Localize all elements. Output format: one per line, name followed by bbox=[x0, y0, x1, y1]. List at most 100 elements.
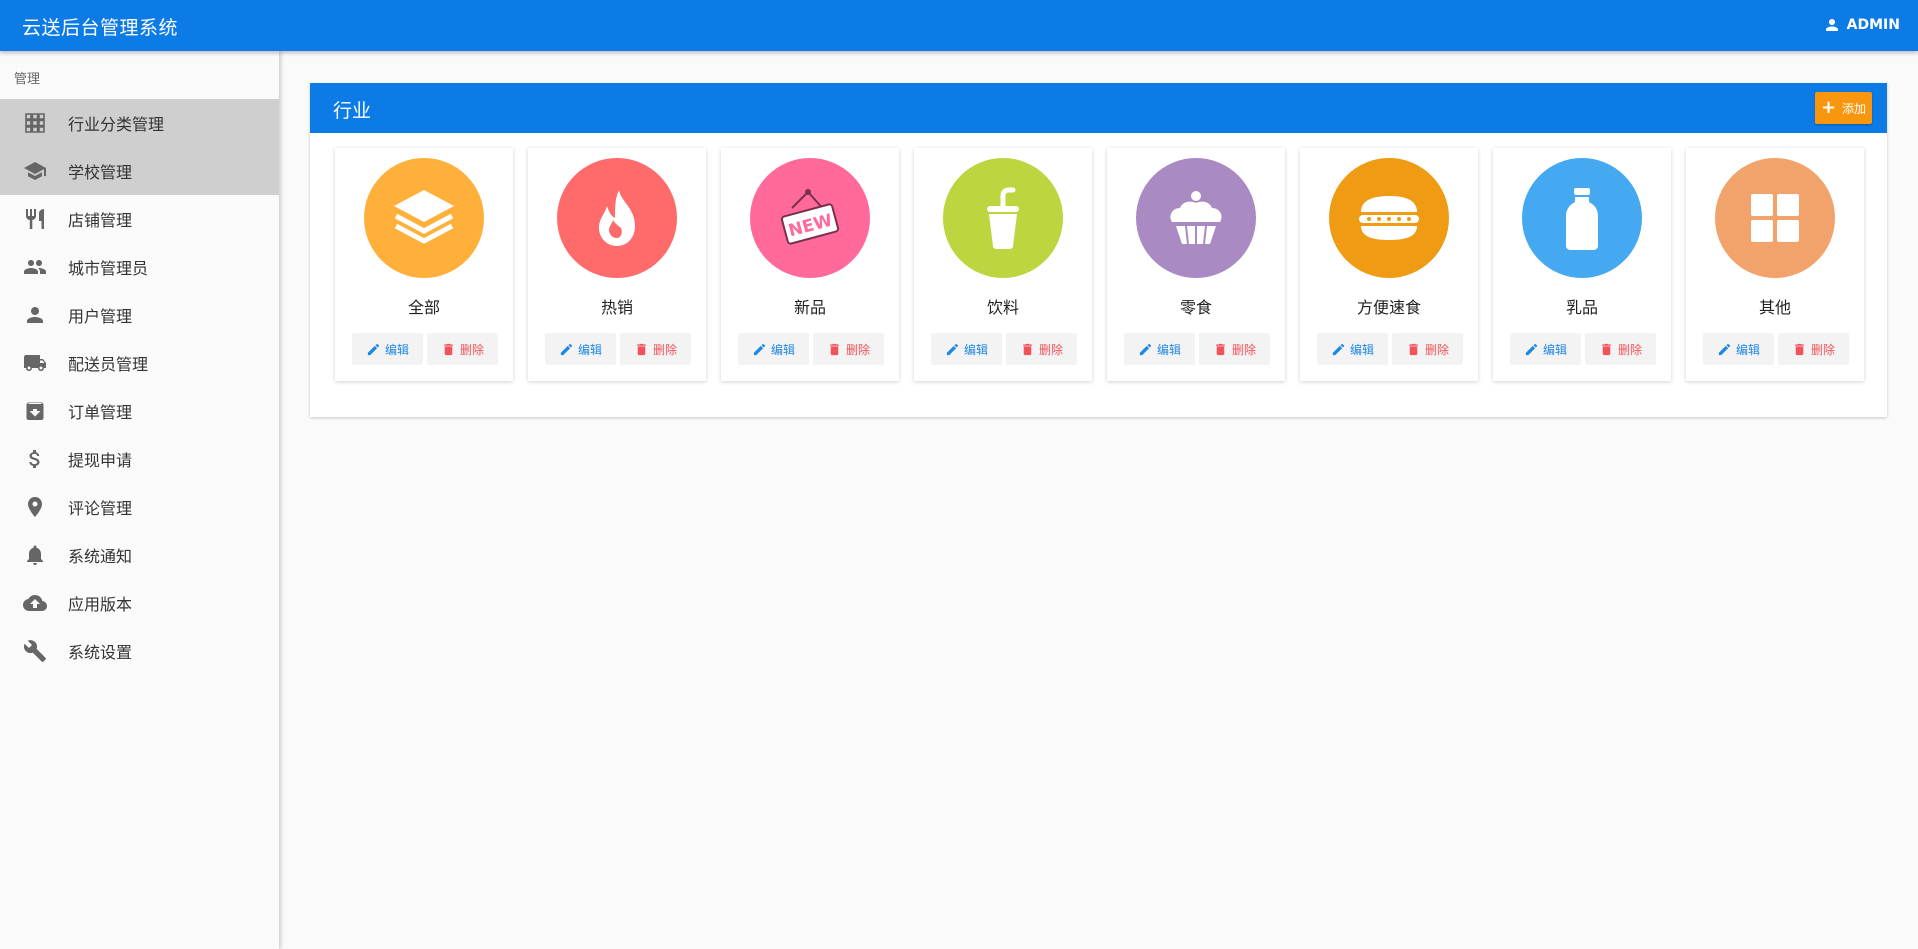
sidebar-item-couriers[interactable]: 配送员管理 bbox=[0, 339, 279, 387]
category-icon-circle bbox=[1329, 158, 1449, 278]
delete-button[interactable]: 删除 bbox=[620, 333, 691, 365]
trash-icon bbox=[444, 343, 453, 355]
bell-icon bbox=[22, 542, 48, 568]
delete-button[interactable]: 删除 bbox=[813, 333, 884, 365]
sidebar-item-withdrawals[interactable]: 提现申请 bbox=[0, 435, 279, 483]
edit-button[interactable]: 编辑 bbox=[1124, 333, 1195, 365]
edit-button-label: 编辑 bbox=[963, 342, 988, 357]
add-button-label: 添加 bbox=[1842, 101, 1867, 116]
card-actions: 编辑 删除 bbox=[931, 333, 1077, 365]
edit-button[interactable]: 编辑 bbox=[1510, 333, 1581, 365]
people-icon bbox=[22, 254, 48, 280]
new-sign-icon: NEW bbox=[780, 189, 840, 245]
delete-button[interactable]: 删除 bbox=[1585, 333, 1656, 365]
card-actions: 编辑 删除 bbox=[738, 333, 884, 365]
sidebar-item-label: 评论管理 bbox=[68, 499, 133, 518]
category-card: 热销 编辑 删除 bbox=[528, 148, 706, 381]
sidebar-item-orders[interactable]: 订单管理 bbox=[0, 387, 279, 435]
sidebar-item-industry[interactable]: 行业分类管理 bbox=[0, 99, 279, 147]
sidebar-item-label: 订单管理 bbox=[68, 403, 133, 422]
sidebar-item-reviews[interactable]: 评论管理 bbox=[0, 483, 279, 531]
delete-button[interactable]: 删除 bbox=[427, 333, 498, 365]
pencil-icon bbox=[367, 343, 380, 355]
category-card: 方便速食 编辑 删除 bbox=[1300, 148, 1478, 381]
delete-button[interactable]: 删除 bbox=[1392, 333, 1463, 365]
four-squares-icon bbox=[1751, 194, 1799, 242]
industry-panel: 行业 + 添加 全部 编辑 删除 热销 编辑 删除 NEW 新品 编辑 删除 饮… bbox=[310, 83, 1887, 417]
location-pin-icon bbox=[22, 494, 48, 520]
user-name: ADMIN bbox=[1846, 17, 1900, 33]
delete-button[interactable]: 删除 bbox=[1199, 333, 1270, 365]
edit-button[interactable]: 编辑 bbox=[545, 333, 616, 365]
sidebar-section-label: 管理 bbox=[14, 72, 41, 87]
layers-icon bbox=[394, 190, 454, 244]
category-card: 其他 编辑 删除 bbox=[1686, 148, 1864, 381]
delete-button-label: 删除 bbox=[1038, 342, 1063, 357]
delete-button-label: 删除 bbox=[1424, 342, 1449, 357]
pencil-icon bbox=[1525, 343, 1538, 355]
edit-button-label: 编辑 bbox=[577, 342, 602, 357]
sidebar-item-school[interactable]: 学校管理 bbox=[0, 147, 279, 195]
category-card: 乳品 编辑 删除 bbox=[1493, 148, 1671, 381]
sidebar-item-app-version[interactable]: 应用版本 bbox=[0, 579, 279, 627]
edit-button[interactable]: 编辑 bbox=[352, 333, 423, 365]
sidebar-item-city-admin[interactable]: 城市管理员 bbox=[0, 243, 279, 291]
category-name: 全部 bbox=[407, 298, 440, 317]
pencil-icon bbox=[753, 343, 766, 355]
category-icon-circle bbox=[943, 158, 1063, 278]
sidebar-item-label: 店铺管理 bbox=[68, 211, 133, 230]
category-card: 饮料 编辑 删除 bbox=[914, 148, 1092, 381]
category-name: 乳品 bbox=[1565, 298, 1598, 317]
delete-button[interactable]: 删除 bbox=[1778, 333, 1849, 365]
sidebar-item-label: 系统设置 bbox=[68, 643, 133, 662]
wrench-icon bbox=[22, 638, 48, 664]
plus-icon: + bbox=[1820, 97, 1837, 118]
category-name: 方便速食 bbox=[1356, 298, 1421, 317]
sidebar: 管理 行业分类管理 学校管理 店铺管理 城市管理员 用户管理 配送员管理 订单管… bbox=[0, 51, 279, 949]
sidebar-item-label: 提现申请 bbox=[68, 451, 133, 470]
cupcake-icon bbox=[1170, 191, 1222, 245]
trash-icon bbox=[1795, 343, 1804, 355]
edit-button[interactable]: 编辑 bbox=[1317, 333, 1388, 365]
pencil-icon bbox=[560, 343, 573, 355]
user-menu[interactable]: ADMIN bbox=[1823, 16, 1900, 34]
card-actions: 编辑 删除 bbox=[352, 333, 498, 365]
trash-icon bbox=[637, 343, 646, 355]
sidebar-item-settings[interactable]: 系统设置 bbox=[0, 627, 279, 675]
sidebar-item-label: 行业分类管理 bbox=[68, 115, 165, 134]
category-name: 其他 bbox=[1758, 298, 1791, 317]
sidebar-item-notifications[interactable]: 系统通知 bbox=[0, 531, 279, 579]
restaurant-icon bbox=[22, 206, 48, 232]
edit-button-label: 编辑 bbox=[384, 342, 409, 357]
person-icon bbox=[1825, 19, 1838, 31]
delete-button[interactable]: 删除 bbox=[1006, 333, 1077, 365]
category-icon-circle bbox=[1522, 158, 1642, 278]
top-app-bar: 云送后台管理系统 ADMIN bbox=[0, 0, 1918, 51]
edit-button-label: 编辑 bbox=[1349, 342, 1374, 357]
add-button[interactable]: + 添加 bbox=[1815, 92, 1872, 124]
category-icon-circle bbox=[1136, 158, 1256, 278]
category-icon-circle bbox=[557, 158, 677, 278]
archive-icon bbox=[22, 398, 48, 424]
panel-header: 行业 + 添加 bbox=[310, 83, 1887, 133]
sidebar-item-shop[interactable]: 店铺管理 bbox=[0, 195, 279, 243]
edit-button[interactable]: 编辑 bbox=[1703, 333, 1774, 365]
drink-cup-icon bbox=[987, 187, 1019, 249]
sidebar-item-users[interactable]: 用户管理 bbox=[0, 291, 279, 339]
category-name: 新品 bbox=[793, 298, 826, 317]
category-name: 热销 bbox=[600, 298, 633, 317]
milk-bottle-icon bbox=[1566, 188, 1598, 250]
pencil-icon bbox=[1332, 343, 1345, 355]
edit-button[interactable]: 编辑 bbox=[931, 333, 1002, 365]
edit-button[interactable]: 编辑 bbox=[738, 333, 809, 365]
card-actions: 编辑 删除 bbox=[545, 333, 691, 365]
category-card: 零食 编辑 删除 bbox=[1107, 148, 1285, 381]
delete-button-label: 删除 bbox=[1810, 342, 1835, 357]
pencil-icon bbox=[946, 343, 959, 355]
card-actions: 编辑 删除 bbox=[1703, 333, 1849, 365]
edit-button-label: 编辑 bbox=[1156, 342, 1181, 357]
category-name: 零食 bbox=[1179, 298, 1212, 317]
edit-button-label: 编辑 bbox=[770, 342, 795, 357]
trash-icon bbox=[1602, 343, 1611, 355]
category-icon-circle bbox=[364, 158, 484, 278]
